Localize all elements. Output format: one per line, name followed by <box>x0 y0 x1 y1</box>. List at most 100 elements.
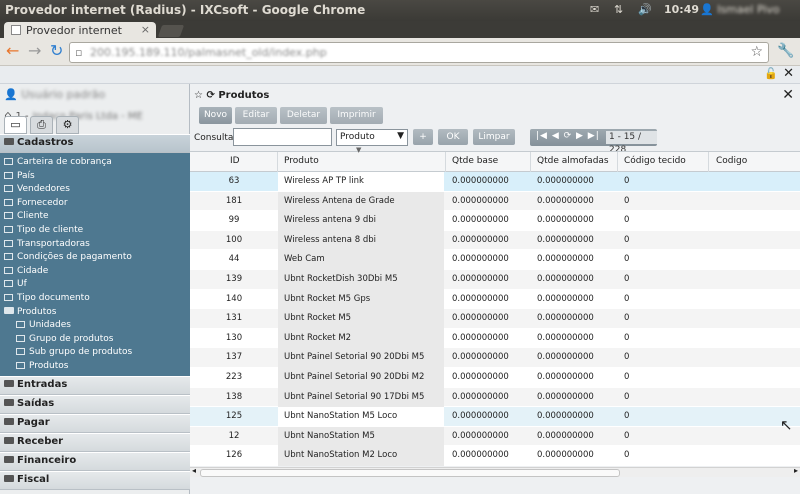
col-qtde-base[interactable]: Qtde base <box>452 156 498 166</box>
user-menu[interactable]: 👤 Ismael Pivo <box>700 3 780 16</box>
scroll-left-icon[interactable]: ◂ <box>192 466 196 475</box>
col-produto[interactable]: Produto <box>284 156 319 166</box>
new-tab-button[interactable] <box>157 25 185 37</box>
user-icon: 👤 <box>700 3 718 16</box>
table-row[interactable]: 137 Ubnt Painel Setorial 90 20Dbi M5 0.000… <box>190 348 800 368</box>
table-header: ID Produto ▼ Qtde base Qtde almofadas Có… <box>190 146 800 172</box>
limpar-button[interactable]: Limpar <box>473 129 515 145</box>
bookmark-star-icon[interactable]: ☆ <box>750 44 763 60</box>
section-entradas[interactable]: Entradas <box>0 375 190 395</box>
back-icon[interactable]: ← <box>6 43 19 59</box>
menu-item-produtos[interactable]: Produtos <box>0 360 190 374</box>
menu-item-uf[interactable]: Uf <box>0 278 190 292</box>
table-row[interactable]: 99 Wireless antena 9 dbi 0.000000000 0.0000… <box>190 211 800 231</box>
table-row[interactable]: 44 Web Cam 0.000000000 0.000000000 0 <box>190 250 800 270</box>
printer-icon: ⎙ <box>37 118 46 131</box>
menu-item-transportadoras[interactable]: Transportadoras <box>0 238 190 252</box>
horizontal-scrollbar[interactable]: ◂ ▸ <box>190 466 800 477</box>
editar-button[interactable]: Editar <box>235 107 277 124</box>
cell-qtde-almofadas: 0.000000000 <box>537 332 594 343</box>
clock[interactable]: 10:49 <box>664 3 699 16</box>
table-row[interactable]: 12 Ubnt NanoStation M5 0.000000000 0.000000… <box>190 426 800 447</box>
table-row[interactable]: 139 Ubnt RocketDish 30Dbi M5 0.000000000 0.… <box>190 269 800 290</box>
close-panel-icon[interactable]: ✕ <box>782 87 794 103</box>
reload-icon[interactable]: ↻ <box>50 43 63 59</box>
window-tab[interactable]: ▭ <box>4 116 27 134</box>
menu-item-pais[interactable]: País <box>0 170 190 184</box>
menu-item-fornecedor[interactable]: Fornecedor <box>0 197 190 211</box>
cell-codigo-tecido: 0 <box>624 430 630 441</box>
cell-produto: Ubnt RocketDish 30Dbi M5 <box>284 273 398 284</box>
menu-item-vendedores[interactable]: Vendedores <box>0 183 190 197</box>
section-receber[interactable]: Receber <box>0 432 190 452</box>
table-row[interactable]: 125 Ubnt NanoStation M5 Loco 0.000000000 0.… <box>190 407 800 427</box>
cell-codigo-tecido: 0 <box>624 273 630 284</box>
cell-produto: Wireless AP TP link <box>284 176 364 186</box>
section-fiscal[interactable]: Fiscal <box>0 470 190 490</box>
cell-produto: Web Cam <box>284 254 325 265</box>
section-saidas[interactable]: Saídas <box>0 394 190 414</box>
table-row[interactable]: 126 Ubnt NanoStation M2 Loco 0.000000000 0.… <box>190 446 800 466</box>
menu-item-tipo-documento[interactable]: Tipo documento <box>0 292 190 306</box>
section-pagar[interactable]: Pagar <box>0 413 190 433</box>
col-codigo[interactable]: Codigo <box>716 156 747 166</box>
section-financeiro[interactable]: Financeiro <box>0 451 190 471</box>
cell-qtde-base: 0.000000000 <box>452 391 509 402</box>
section-cadastros[interactable]: Cadastros <box>0 134 190 153</box>
network-icon[interactable]: ⇅ <box>614 3 623 16</box>
table-row[interactable]: 63 Wireless AP TP link 0.000000000 0.000000… <box>190 172 800 192</box>
refresh-icon[interactable]: ⟳ <box>206 90 214 101</box>
deletar-button[interactable]: Deletar <box>280 107 327 124</box>
products-table: ID Produto ▼ Qtde base Qtde almofadas Có… <box>190 146 800 466</box>
cell-qtde-almofadas: 0.000000000 <box>537 195 594 206</box>
search-input[interactable] <box>233 128 332 146</box>
unlock-icon[interactable]: 🔓 <box>764 67 778 80</box>
table-row[interactable]: 131 Ubnt Rocket M5 0.000000000 0.000000000 0 <box>190 309 800 329</box>
section-label: Pagar <box>17 416 50 428</box>
address-bar[interactable]: ▫ 200.195.189.110/palmasnet_old/index.ph… <box>69 42 769 63</box>
col-qtde-almofadas[interactable]: Qtde almofadas <box>537 156 609 166</box>
col-codigo-tecido[interactable]: Código tecido <box>624 156 686 166</box>
star-icon[interactable]: ☆ <box>194 90 203 101</box>
table-row[interactable]: 130 Ubnt Rocket M2 0.000000000 0.000000000 0 <box>190 328 800 349</box>
imprimir-button[interactable]: Imprimir <box>330 107 383 124</box>
cell-id: 63 <box>228 176 240 186</box>
settings-tab[interactable]: ⚙ <box>56 116 79 134</box>
item-icon <box>4 266 13 274</box>
menu-item-unidades[interactable]: Unidades <box>0 319 190 333</box>
menu-folder-produtos[interactable]: Produtos <box>0 306 190 320</box>
browser-tab[interactable]: Provedor internet (Radius × <box>4 22 156 50</box>
menu-item-subgrupo-produtos[interactable]: Sub grupo de produtos <box>0 346 190 360</box>
close-icon[interactable]: ✕ <box>783 66 794 81</box>
menu-item-label: Sub grupo de produtos <box>29 347 133 358</box>
item-icon <box>4 239 13 247</box>
add-filter-button[interactable]: + <box>413 129 433 145</box>
menu-item-cliente[interactable]: Cliente <box>0 210 190 224</box>
volume-icon[interactable]: 🔊 <box>638 3 652 16</box>
table-row[interactable]: 223 Ubnt Painel Setorial 90 20Dbi M2 0.000… <box>190 367 800 388</box>
table-row[interactable]: 100 Wireless antena 8 dbi 0.000000000 0.000… <box>190 230 800 251</box>
mail-icon[interactable]: ✉ <box>590 3 599 16</box>
table-row[interactable]: 181 Wireless Antena de Grade 0.000000000 0.… <box>190 191 800 212</box>
table-row[interactable]: 140 Ubnt Rocket M5 Gps 0.000000000 0.000000… <box>190 289 800 310</box>
wrench-icon[interactable]: 🔧 <box>777 43 794 59</box>
pager-nav-icons[interactable]: |◀ ◀ ⟳ ▶ ▶| <box>536 131 600 141</box>
scroll-right-icon[interactable]: ▸ <box>794 466 798 475</box>
menu-item-grupo-produtos[interactable]: Grupo de produtos <box>0 333 190 347</box>
cell-qtde-almofadas: 0.000000000 <box>537 215 594 226</box>
menu-item-tipo-cliente[interactable]: Tipo de cliente <box>0 224 190 238</box>
novo-button[interactable]: Novo <box>199 107 232 124</box>
search-field-select[interactable]: Produto ▼ <box>336 129 408 146</box>
sidebar-user: 👤 Usuário padrão <box>4 88 105 101</box>
menu-item-cidade[interactable]: Cidade <box>0 265 190 279</box>
sidebar: 👤 Usuário padrão ⌂ 1 - Indaco Paris Ltda… <box>0 84 190 494</box>
col-id[interactable]: ID <box>230 156 240 166</box>
menu-item-condicoes[interactable]: Condições de pagamento <box>0 251 190 265</box>
menu-item-carteira[interactable]: Carteira de cobrança <box>0 156 190 170</box>
forward-icon[interactable]: → <box>28 43 41 59</box>
close-tab-icon[interactable]: × <box>141 23 150 36</box>
print-tab[interactable]: ⎙ <box>30 116 53 134</box>
ok-button[interactable]: OK <box>438 129 468 145</box>
scrollbar-thumb[interactable] <box>200 469 620 477</box>
table-row[interactable]: 138 Ubnt Painel Setorial 90 17Dbi M5 0.000… <box>190 387 800 408</box>
